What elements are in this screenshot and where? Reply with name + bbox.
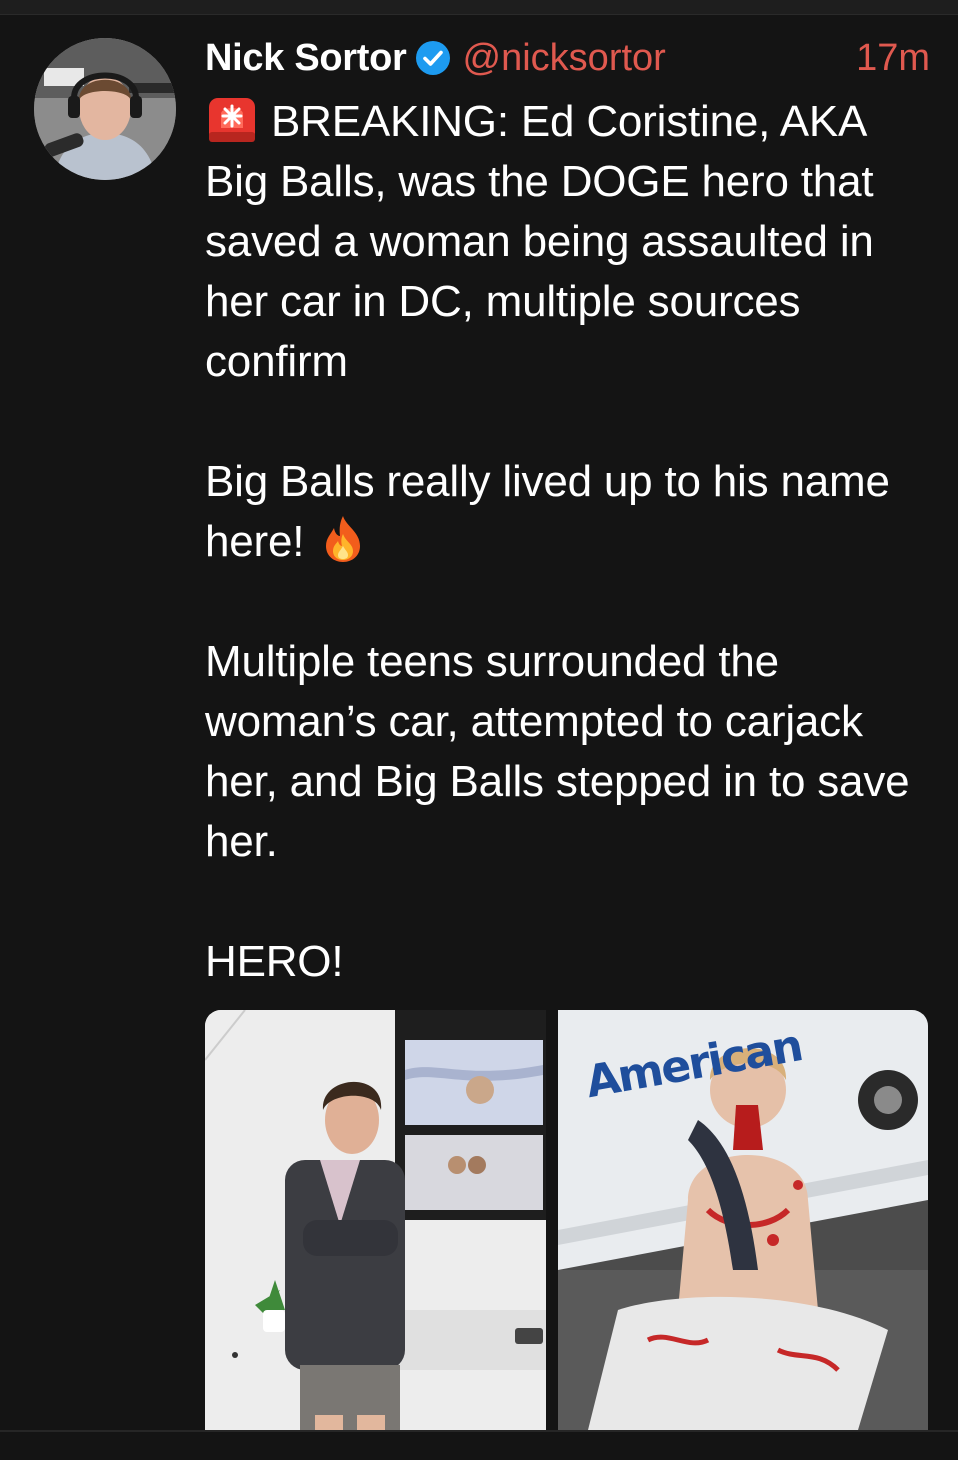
tweet-paragraph: HERO! xyxy=(205,932,925,992)
tweet-timestamp[interactable]: 17m xyxy=(856,37,930,80)
top-divider xyxy=(0,0,958,15)
bottom-divider xyxy=(0,1430,958,1460)
author-handle[interactable]: @nicksortor xyxy=(463,37,666,80)
tweet-paragraph-text: Big Balls really lived up to his name he… xyxy=(205,457,890,566)
tweet-paragraph-text: BREAKING: Ed Coristine, AKA Big Balls, w… xyxy=(205,97,874,386)
tweet-paragraph: Big Balls really lived up to his name he… xyxy=(205,452,925,572)
verified-badge-icon xyxy=(415,40,451,76)
rotating-light-icon xyxy=(205,92,259,146)
tweet-media-grid: American xyxy=(205,1010,928,1430)
tweet-header: Nick Sortor @nicksortor 17m xyxy=(205,30,930,86)
photo-young-man-in-blazer[interactable] xyxy=(205,1010,546,1430)
fire-icon xyxy=(316,512,370,566)
tweet-paragraph: Multiple teens surrounded the woman’s ca… xyxy=(205,632,925,872)
author-display-name[interactable]: Nick Sortor xyxy=(205,37,407,80)
author-avatar[interactable] xyxy=(34,38,176,180)
tweet-paragraph-text: Multiple teens surrounded the woman’s ca… xyxy=(205,637,910,866)
photo-injured-man-by-van[interactable]: American xyxy=(558,1010,928,1430)
tweet-paragraph-text: HERO! xyxy=(205,937,344,986)
tweet-text: BREAKING: Ed Coristine, AKA Big Balls, w… xyxy=(205,92,925,992)
tweet-paragraph: BREAKING: Ed Coristine, AKA Big Balls, w… xyxy=(205,92,925,392)
